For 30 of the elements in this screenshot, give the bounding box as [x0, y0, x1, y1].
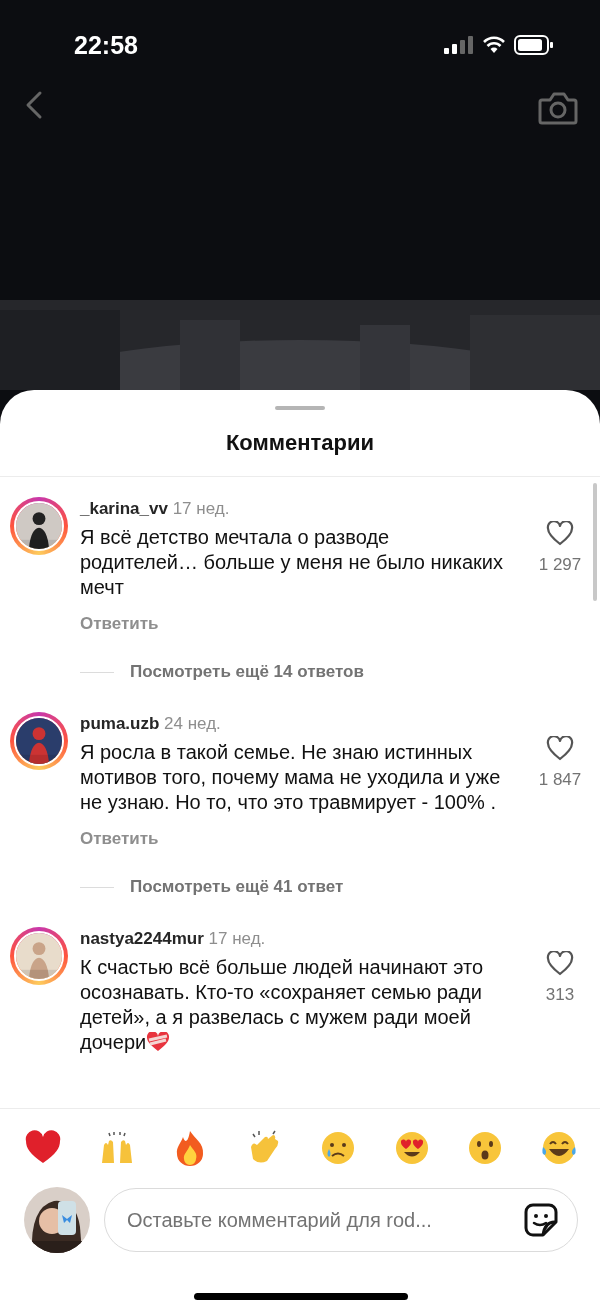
- like-button[interactable]: [546, 521, 574, 547]
- avatar-ring[interactable]: [10, 712, 68, 770]
- comment-text: Я всё детство мечтала о разводе родителей… больше у меня не было никаких мечт: [80, 525, 504, 600]
- comment-text: Я росла в такой семье. Не знаю истинных мотивов того, почему мама не уходила и уже не узнаю. Но то, что это травмирует - 100% .: [80, 740, 502, 815]
- camera-button[interactable]: [538, 90, 578, 126]
- battery-icon: [514, 35, 554, 55]
- comment-age: 17 нед.: [208, 929, 266, 948]
- avatar-ring[interactable]: [10, 497, 68, 555]
- like-button[interactable]: [546, 951, 574, 977]
- sticker-icon[interactable]: [523, 1202, 559, 1238]
- like-count: 313: [545, 985, 575, 1005]
- sheet-title: Комментарии: [0, 410, 600, 477]
- view-replies-link[interactable]: Посмотреть ещё 41 ответ: [130, 877, 344, 897]
- like-button[interactable]: [546, 736, 574, 762]
- reply-link[interactable]: Ответить: [80, 829, 159, 849]
- laughing-emoji-button[interactable]: [539, 1129, 578, 1167]
- comment-age: 24 нед.: [164, 714, 221, 733]
- like-count: 1 847: [538, 770, 582, 790]
- like-count: 1 297: [538, 555, 582, 575]
- drag-handle[interactable]: [275, 406, 325, 410]
- comment-text: К счастью всё больше людей начинают это осознавать. Кто-то «сохраняет семью ради детей», а я развелась с мужем ради моей дочери: [80, 955, 485, 1055]
- username[interactable]: _karina_vv: [80, 499, 168, 518]
- username[interactable]: nastya2244mur: [80, 929, 204, 948]
- username[interactable]: puma.uzb: [80, 714, 160, 733]
- wifi-icon: [482, 36, 506, 54]
- status-time: 22:58: [74, 30, 138, 60]
- view-replies-link[interactable]: Посмотреть ещё 14 ответов: [130, 662, 364, 682]
- comment-age: 17 нед.: [172, 499, 230, 518]
- signal-icon: [444, 36, 474, 54]
- reply-link[interactable]: Ответить: [80, 614, 159, 634]
